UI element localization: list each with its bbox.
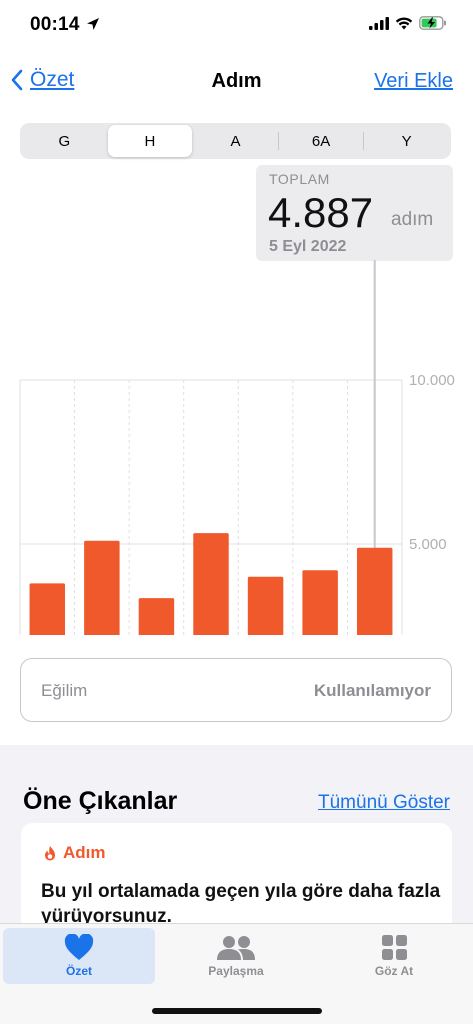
tooltip-label: TOPLAM	[269, 171, 330, 187]
highlight-card-tag-label: Adım	[63, 843, 106, 862]
add-data-button[interactable]: Veri Ekle	[374, 70, 453, 93]
steps-content: G H A 6A Y TOPLAM 4.887 adım 5 Eyl 2022 …	[0, 110, 473, 745]
grid-icon	[381, 935, 407, 960]
tooltip-date: 5 Eyl 2022	[269, 238, 347, 255]
people-icon	[217, 936, 255, 960]
segment-six-months[interactable]: 6A	[279, 125, 364, 157]
home-indicator	[152, 1008, 322, 1014]
highlight-card-tag: Adım	[43, 843, 106, 863]
chart-bar	[193, 533, 229, 635]
show-all-link[interactable]: Tümünü Göster	[318, 792, 450, 814]
steps-bar-chart[interactable]: 05.00010.000SalÇarPerCumCmtPazPzt	[0, 260, 473, 635]
location-arrow-icon	[87, 18, 99, 30]
y-tick-label: 5.000	[409, 536, 447, 553]
trend-row[interactable]: Eğilim Kullanılamıyor	[20, 658, 452, 722]
battery-charging-icon	[419, 16, 446, 30]
navigation-bar: Özet Adım Veri Ekle	[0, 50, 473, 110]
chart-bar	[247, 576, 284, 635]
chart-bar	[356, 547, 393, 635]
y-tick-label: 10.000	[409, 372, 455, 389]
trend-value: Kullanılamıyor	[313, 681, 431, 700]
status-indicators	[369, 16, 447, 30]
highlights-title: Öne Çıkanlar	[23, 787, 178, 815]
tab-sharing[interactable]: Paylaşma	[160, 928, 312, 984]
tab-summary-label: Özet	[65, 964, 92, 978]
heart-icon	[64, 934, 94, 960]
segment-year[interactable]: Y	[364, 125, 449, 157]
chart-bar	[29, 583, 66, 635]
signal-icon	[369, 16, 389, 30]
segment-day[interactable]: G	[22, 125, 107, 157]
tab-bar: Özet Paylaşma Göz At	[0, 923, 473, 1024]
tab-sharing-label: Paylaşma	[208, 964, 264, 978]
selection-tooltip: TOPLAM 4.887 adım 5 Eyl 2022	[256, 165, 453, 261]
highlight-card-text: Bu yıl ortalamada geçen yıla göre daha f…	[41, 881, 441, 927]
highlight-card[interactable]: Adım Bu yıl ortalamada geçen yıla göre d…	[21, 823, 452, 933]
status-time: 00:14	[30, 14, 80, 35]
wifi-icon	[395, 17, 413, 29]
tab-browse[interactable]: Göz At	[318, 928, 470, 984]
tooltip-value: 4.887	[268, 189, 374, 236]
flame-icon	[45, 845, 55, 860]
chart-bar	[138, 598, 175, 635]
status-bar: 00:14	[0, 0, 473, 50]
segment-month[interactable]: A	[193, 125, 278, 157]
time-range-segmented-control: G H A 6A Y	[20, 123, 451, 159]
chart-bar	[84, 540, 120, 635]
trend-label: Eğilim	[41, 681, 88, 700]
tab-browse-label: Göz At	[374, 964, 414, 978]
chart-bar	[302, 570, 338, 635]
segment-week[interactable]: H	[107, 125, 193, 157]
tooltip-unit: adım	[391, 209, 434, 230]
tab-summary[interactable]: Özet	[3, 928, 155, 984]
